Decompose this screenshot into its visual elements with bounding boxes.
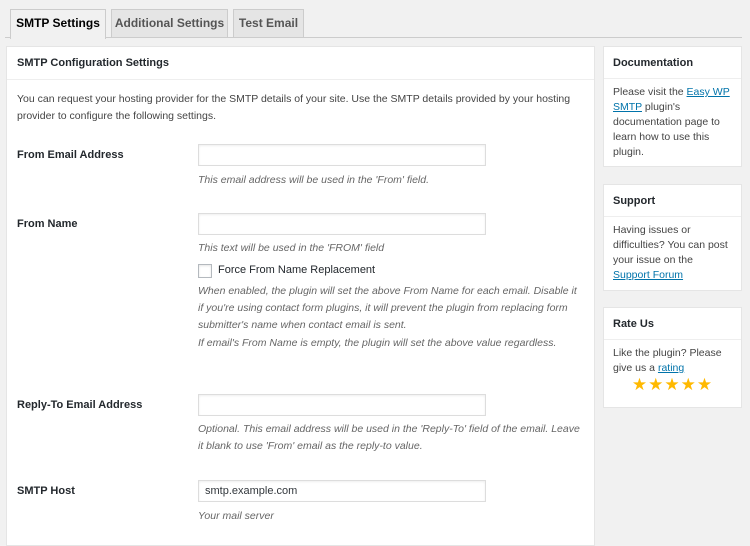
reply-to-input[interactable] bbox=[198, 394, 486, 416]
documentation-text: Please visit the Easy WP SMTP plugin's d… bbox=[604, 79, 741, 168]
support-title: Support bbox=[604, 185, 741, 217]
tab-test-email[interactable]: Test Email bbox=[233, 9, 304, 38]
from-email-label: From Email Address bbox=[17, 149, 124, 161]
from-name-input[interactable] bbox=[198, 213, 486, 235]
support-box: Support Having issues or difficulties? Y… bbox=[603, 184, 742, 291]
force-from-name-checkbox[interactable] bbox=[198, 264, 212, 278]
rate-us-box: Rate Us Like the plugin? Please give us … bbox=[603, 307, 742, 408]
tab-additional-settings[interactable]: Additional Settings bbox=[111, 9, 228, 38]
support-text: Having issues or difficulties? You can p… bbox=[604, 217, 741, 291]
force-from-name-description: When enabled, the plugin will set the ab… bbox=[198, 285, 577, 331]
star-icon[interactable]: ★ bbox=[697, 375, 713, 395]
force-from-name-note: If email's From Name is empty, the plugi… bbox=[198, 337, 557, 349]
rating-link[interactable]: rating bbox=[658, 362, 684, 374]
smtp-host-description: Your mail server bbox=[198, 510, 274, 522]
documentation-text-start: Please visit the bbox=[613, 86, 687, 98]
support-text-start: Having issues or difficulties? You can p… bbox=[613, 224, 728, 266]
documentation-title: Documentation bbox=[604, 47, 741, 79]
support-forum-link[interactable]: Support Forum bbox=[613, 269, 683, 281]
star-icon[interactable]: ★ bbox=[632, 375, 648, 395]
star-icon[interactable]: ★ bbox=[681, 375, 697, 395]
star-icon[interactable]: ★ bbox=[664, 375, 680, 395]
reply-to-label: Reply-To Email Address bbox=[17, 399, 143, 411]
tab-smtp-settings[interactable]: SMTP Settings bbox=[10, 9, 106, 39]
from-name-label: From Name bbox=[17, 218, 78, 230]
from-email-input[interactable] bbox=[198, 144, 486, 166]
documentation-box: Documentation Please visit the Easy WP S… bbox=[603, 46, 742, 167]
smtp-host-input[interactable] bbox=[198, 480, 486, 502]
from-email-description: This email address will be used in the '… bbox=[198, 174, 430, 186]
force-from-name-label[interactable]: Force From Name Replacement bbox=[218, 264, 375, 276]
star-icon[interactable]: ★ bbox=[648, 375, 664, 395]
settings-tabs: SMTP Settings Additional Settings Test E… bbox=[0, 0, 750, 39]
smtp-configuration-panel: SMTP Configuration Settings You can requ… bbox=[6, 46, 595, 546]
from-name-description: This text will be used in the 'FROM' fie… bbox=[198, 242, 385, 254]
rate-us-title: Rate Us bbox=[604, 308, 741, 340]
reply-to-description: Optional. This email address will be use… bbox=[198, 423, 580, 452]
panel-title: SMTP Configuration Settings bbox=[7, 47, 594, 80]
rating-stars[interactable]: ★★★★★ bbox=[613, 376, 732, 395]
intro-text: You can request your hosting provider fo… bbox=[17, 93, 571, 122]
rate-us-text: Like the plugin? Please give us a rating… bbox=[604, 340, 741, 403]
smtp-host-label: SMTP Host bbox=[17, 485, 75, 497]
